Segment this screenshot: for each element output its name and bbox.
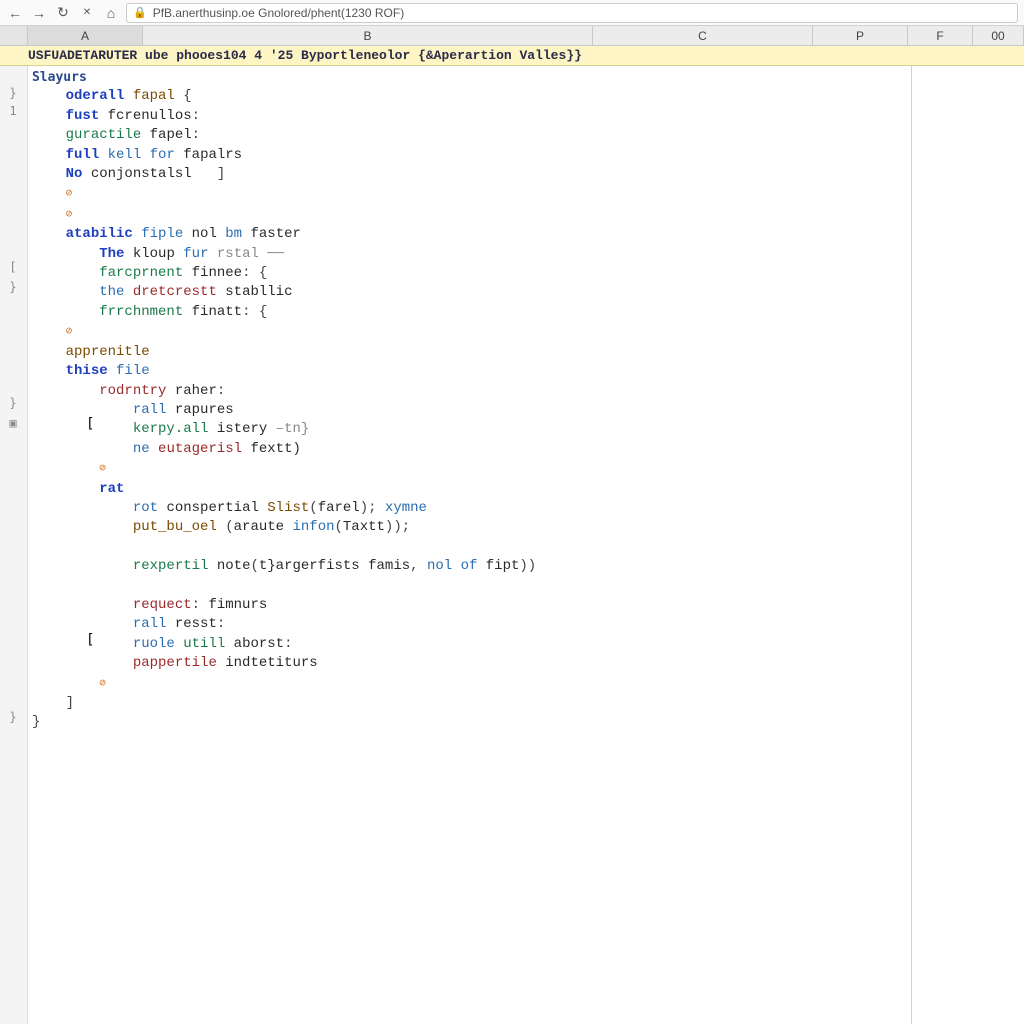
lock-icon: 🔒 bbox=[133, 6, 147, 19]
section-label: Slayurs bbox=[32, 70, 87, 85]
column-header-B[interactable]: B bbox=[143, 26, 593, 45]
gutter: } 1 [}} ▣} bbox=[0, 66, 28, 1024]
column-header-row: A B C P F 00 bbox=[0, 26, 1024, 46]
text-caret: [ bbox=[86, 416, 94, 432]
address-bar[interactable]: 🔒 bbox=[126, 3, 1018, 23]
gutter-mark: [ bbox=[4, 260, 22, 274]
document-title-text: USFUADETARUTER ube phooes104 4 '25 Bypor… bbox=[28, 48, 582, 63]
gutter-mark: ▣ bbox=[4, 416, 22, 430]
document-title-bar: USFUADETARUTER ube phooes104 4 '25 Bypor… bbox=[0, 46, 1024, 66]
gutter-mark: 1 bbox=[4, 104, 22, 118]
column-header-C[interactable]: C bbox=[593, 26, 813, 45]
home-icon[interactable]: ⌂ bbox=[102, 4, 120, 22]
code-panel[interactable]: Slayurs oderall fapal { fust fcrenullos:… bbox=[28, 66, 912, 1024]
forward-icon[interactable]: → bbox=[30, 4, 48, 22]
editor-area: } 1 [}} ▣} Slayurs oderall fapal { fust fcr… bbox=[0, 66, 1024, 1024]
column-header-P[interactable]: P bbox=[813, 26, 908, 45]
stop-icon[interactable]: ✕ bbox=[78, 4, 96, 22]
gutter-mark: } bbox=[4, 280, 22, 294]
code-text[interactable]: oderall fapal { fust fcrenullos: guracti… bbox=[28, 87, 911, 732]
gutter-mark: } bbox=[4, 396, 22, 410]
column-header-00[interactable]: 00 bbox=[973, 26, 1024, 45]
gutter-mark: } bbox=[4, 710, 22, 724]
url-input[interactable] bbox=[153, 6, 1011, 20]
gutter-mark: } bbox=[4, 86, 22, 100]
browser-toolbar: ← → ↻ ✕ ⌂ 🔒 bbox=[0, 0, 1024, 26]
select-all-corner[interactable] bbox=[0, 26, 28, 45]
reload-icon[interactable]: ↻ bbox=[54, 4, 72, 22]
column-header-F[interactable]: F bbox=[908, 26, 973, 45]
column-header-A[interactable]: A bbox=[28, 26, 143, 45]
text-caret: [ bbox=[86, 632, 94, 648]
back-icon[interactable]: ← bbox=[6, 4, 24, 22]
right-margin bbox=[912, 66, 1024, 1024]
